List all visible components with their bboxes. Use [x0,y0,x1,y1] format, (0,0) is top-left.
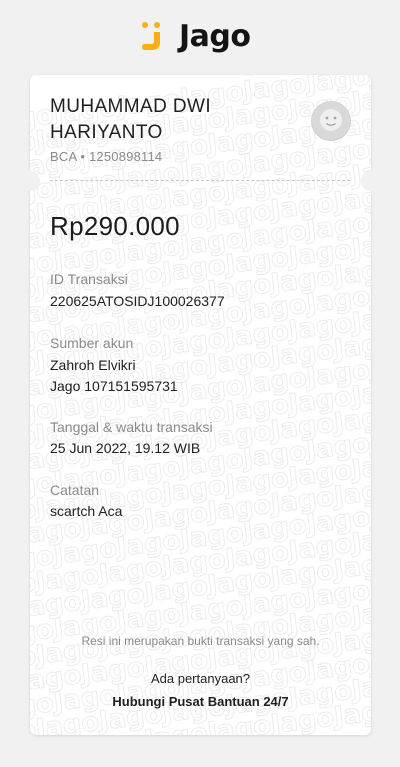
receipt-validity-note: Resi ini merupakan bukti transaksi yang … [81,634,320,648]
jago-logo-icon [141,19,165,53]
svg-text:JagoJagoJagoJagoJagoJagoJagoJa: JagoJagoJagoJagoJagoJagoJagoJagoJagoJago… [30,509,371,632]
help-question: Ada pertanyaan? [150,671,251,686]
recipient-name: MUHAMMAD DWI HARIYANTO [50,96,212,143]
jago-logo: Jago [141,19,251,53]
source-account-number: Jago 107151595731 [50,378,178,394]
source-account-name: Zahroh Elvikri [50,357,136,373]
ticket-notch-right [361,171,381,191]
avatar-icon [311,101,351,141]
datetime-label: Tanggal & waktu transaksi [50,419,213,435]
svg-text:JagoJagoJagoJagoJagoJagoJagoJa: JagoJagoJagoJagoJagoJagoJagoJagoJagoJago… [30,556,371,679]
datetime-value: 25 Jun 2022, 19.12 WIB [50,440,201,456]
transaction-id-value: 220625ATOSIDJ100026377 [50,293,225,309]
dashed-divider [50,180,350,181]
note-value: scartch Aca [50,503,123,519]
ticket-notch-left [20,171,40,191]
help-center-link[interactable]: Hubungi Pusat Bantuan 24/7 [30,694,371,709]
note-label: Catatan [50,482,100,498]
transaction-id-label: ID Transaksi [50,271,128,287]
source-account-label: Sumber akun [50,335,134,351]
brand-name: Jago [179,19,251,54]
recipient-bank-account: BCA • 1250898114 [50,149,163,164]
app-header: Jago [0,0,400,75]
transfer-amount: Rp290.000 [50,211,180,241]
